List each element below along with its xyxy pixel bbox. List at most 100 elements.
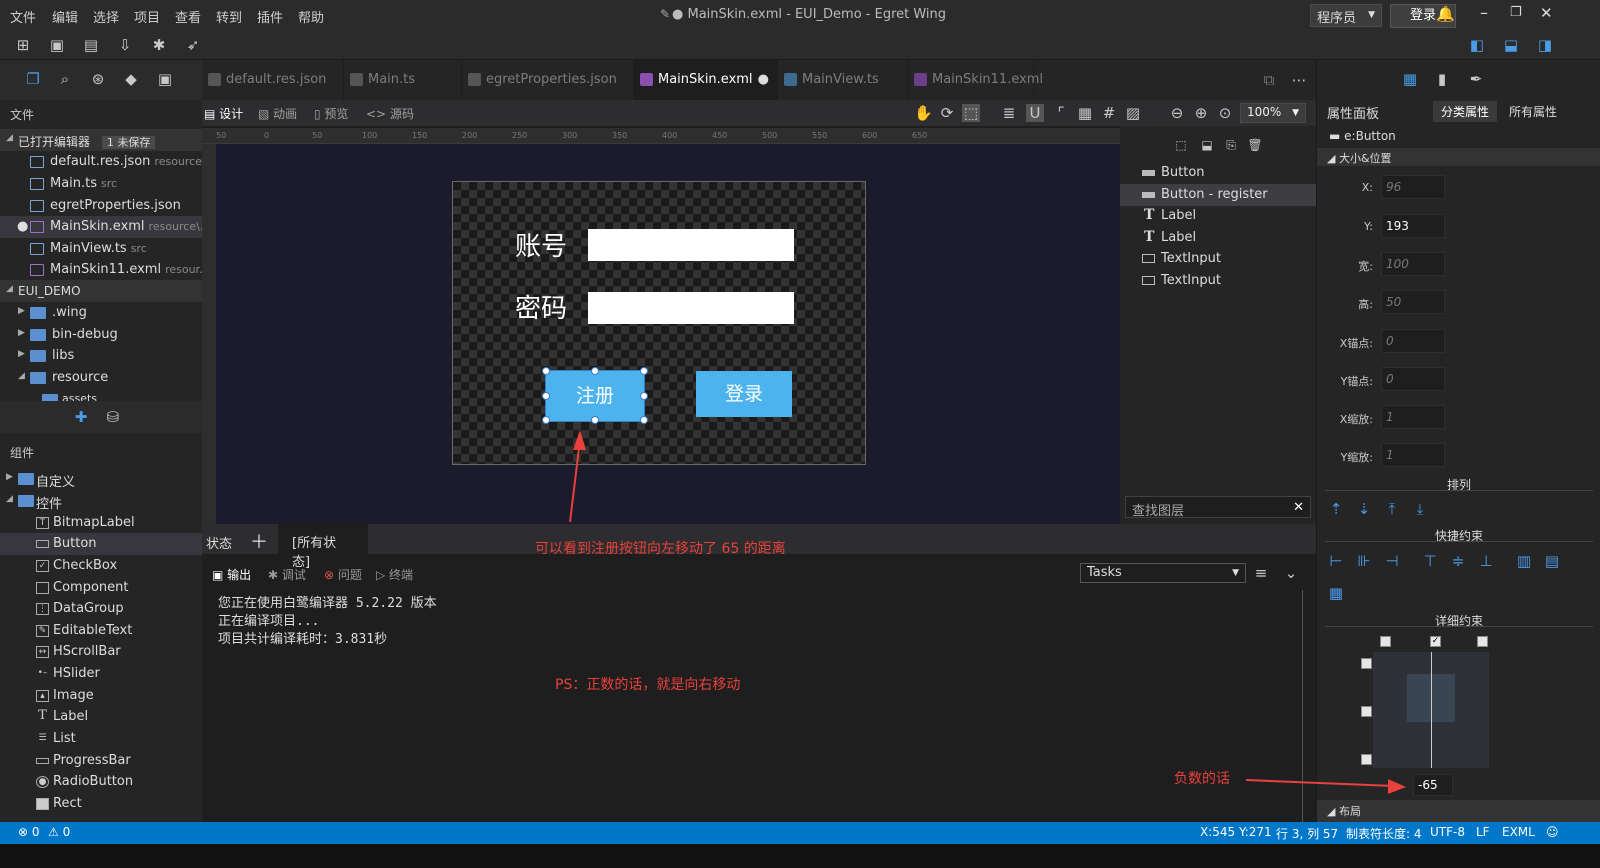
- hand-icon[interactable]: ✋: [914, 104, 933, 122]
- guides-icon[interactable]: #: [1100, 104, 1118, 122]
- tab-problems[interactable]: ⊗ 问题: [324, 566, 362, 583]
- book-icon[interactable]: ▮: [1433, 70, 1451, 88]
- left-checkbox[interactable]: [1380, 636, 1391, 647]
- constraint-fill-v-icon[interactable]: ▤: [1543, 552, 1561, 570]
- constraint-top-icon[interactable]: ⊤: [1421, 552, 1439, 570]
- toggle-right-panel-icon[interactable]: ◨: [1536, 36, 1554, 54]
- feedback-icon[interactable]: ☺: [1546, 825, 1559, 839]
- send-back-icon[interactable]: ⇣: [1355, 500, 1373, 518]
- more-icon[interactable]: ⋯: [1290, 71, 1308, 89]
- register-button[interactable]: 注册: [545, 370, 645, 422]
- component-radiobutton[interactable]: ● RadioButton: [0, 771, 202, 793]
- component-label[interactable]: T Label: [0, 706, 202, 728]
- git-icon[interactable]: ◆: [122, 70, 140, 88]
- zoom-in-icon[interactable]: ⊕: [1192, 104, 1210, 122]
- component-hslider[interactable]: •– HSlider: [0, 663, 202, 685]
- component-list[interactable]: ☰ List: [0, 728, 202, 750]
- resize-handle[interactable]: [542, 367, 550, 375]
- folder-wing[interactable]: ▶ .wing: [0, 302, 202, 324]
- tab-output[interactable]: ▣ 输出: [212, 566, 251, 583]
- ungroup-icon[interactable]: ⬓: [1198, 136, 1216, 154]
- extensions-icon[interactable]: ▣: [156, 70, 174, 88]
- mode-preview[interactable]: ▯ 预览: [314, 105, 348, 122]
- mode-source[interactable]: <> 源码: [366, 105, 414, 122]
- layer-item[interactable]: TextInput: [1120, 248, 1316, 270]
- bring-front-icon[interactable]: ⇡: [1327, 500, 1345, 518]
- split-editor-icon[interactable]: ⧉: [1260, 71, 1278, 89]
- tab-terminal[interactable]: ▷ 终端: [376, 566, 413, 583]
- tab-egret-properties[interactable]: egretProperties.json: [462, 60, 634, 100]
- explorer-icon[interactable]: ❐: [24, 70, 42, 88]
- open-file-mainskin11-exml[interactable]: MainSkin11.exmlresour...: [0, 259, 202, 281]
- tab-all-props[interactable]: 所有属性: [1509, 103, 1557, 120]
- tasks-select[interactable]: Tasks ▼: [1080, 563, 1246, 583]
- folder-bin-debug[interactable]: ▶ bin-debug: [0, 324, 202, 346]
- resize-handle[interactable]: [591, 416, 599, 424]
- output-scrollbar[interactable]: [1302, 590, 1314, 822]
- copy-icon[interactable]: ⎘: [1222, 136, 1240, 154]
- select-box-icon[interactable]: ⬚: [962, 104, 980, 122]
- encoding[interactable]: UTF-8: [1430, 825, 1465, 839]
- output-console[interactable]: 您正在使用白鹭编译器 5.2.22 版本 正在编译项目... 项目共计编译耗时：…: [202, 586, 1316, 822]
- tab-mainskin11-exml[interactable]: MainSkin11.exml: [908, 60, 1043, 100]
- account-input[interactable]: [588, 229, 794, 261]
- refresh-icon[interactable]: ⟳: [938, 104, 956, 122]
- close-icon[interactable]: ✕: [1540, 4, 1553, 22]
- collapse-panel-icon[interactable]: ⌄: [1282, 564, 1300, 582]
- search-icon[interactable]: ⌕: [56, 70, 74, 88]
- component-image[interactable]: ▴ Image: [0, 685, 202, 707]
- send-bottom-icon[interactable]: ⤓: [1411, 500, 1429, 518]
- constraint-vcenter-icon[interactable]: ≑: [1449, 552, 1467, 570]
- properties-icon[interactable]: ▦: [1401, 70, 1419, 88]
- constraint-right-icon[interactable]: ⊣: [1383, 552, 1401, 570]
- menu-plugins[interactable]: 插件: [257, 7, 283, 26]
- menu-view[interactable]: 查看: [175, 7, 201, 26]
- unsaved-dot[interactable]: ●: [758, 60, 769, 100]
- component-button[interactable]: Button: [0, 533, 202, 555]
- debug-icon[interactable]: ⊛: [89, 70, 107, 88]
- toggle-sidebar-icon[interactable]: ◧: [1468, 36, 1486, 54]
- open-file-mainskin-exml[interactable]: ● MainSkin.exmlresource\...: [0, 216, 202, 238]
- mode-design[interactable]: ▤ 设计: [204, 105, 243, 122]
- role-select[interactable]: 程序员 ▼: [1310, 4, 1382, 27]
- menu-select[interactable]: 选择: [93, 7, 119, 26]
- layer-item[interactable]: T Label: [1120, 227, 1316, 249]
- resize-handle[interactable]: [640, 392, 648, 400]
- menu-goto[interactable]: 转到: [216, 7, 242, 26]
- constraint-hcenter-icon[interactable]: ⊪: [1355, 552, 1373, 570]
- menu-project[interactable]: 项目: [134, 7, 160, 26]
- open-editors-header[interactable]: ◢ 已打开编辑器 1 未保存: [0, 129, 202, 151]
- tab-all-states[interactable]: [所有状态]: [278, 524, 368, 570]
- scale-y-input[interactable]: 1: [1381, 443, 1445, 467]
- magnet-icon[interactable]: U: [1026, 104, 1044, 122]
- bring-top-icon[interactable]: ⤒: [1383, 500, 1401, 518]
- project-header[interactable]: ◢ EUI_DEMO: [0, 280, 202, 302]
- open-file-main-ts[interactable]: Main.ts src: [0, 173, 202, 195]
- password-label[interactable]: 密码: [515, 288, 567, 325]
- tab-default-res[interactable]: default.res.json: [202, 60, 344, 100]
- tab-mainview-ts[interactable]: MainView.ts: [778, 60, 908, 100]
- constraint-left-icon[interactable]: ⊢: [1327, 552, 1345, 570]
- width-input[interactable]: 100: [1381, 252, 1445, 276]
- add-state-icon[interactable]: ＋: [250, 528, 268, 554]
- group-controls[interactable]: ◢ 控件: [0, 490, 202, 512]
- debug-bug-icon[interactable]: ✱: [150, 36, 168, 54]
- open-file-egret-properties[interactable]: egretProperties.json: [0, 195, 202, 217]
- group-icon[interactable]: ⬚: [1172, 136, 1190, 154]
- component-component[interactable]: Component: [0, 577, 202, 599]
- eol[interactable]: LF: [1476, 825, 1490, 839]
- height-input[interactable]: 50: [1381, 290, 1445, 314]
- resize-handle[interactable]: [640, 367, 648, 375]
- constraint-fill-h-icon[interactable]: ▥: [1515, 552, 1533, 570]
- trash-icon[interactable]: 🗑: [1246, 136, 1264, 154]
- language-mode[interactable]: EXML: [1502, 825, 1535, 839]
- grid-icon[interactable]: ▦: [1076, 104, 1094, 122]
- layer-item[interactable]: Button: [1120, 162, 1316, 184]
- zoom-select[interactable]: 100% ▼: [1240, 103, 1306, 123]
- folder-assets[interactable]: assets: [0, 389, 202, 401]
- clear-output-icon[interactable]: ≡: [1252, 564, 1270, 582]
- restore-icon[interactable]: ❐: [1510, 5, 1522, 20]
- component-editabletext[interactable]: ✎ EditableText: [0, 620, 202, 642]
- group-custom[interactable]: ▶ 自定义: [0, 468, 202, 490]
- bell-icon[interactable]: 🔔: [1436, 5, 1455, 23]
